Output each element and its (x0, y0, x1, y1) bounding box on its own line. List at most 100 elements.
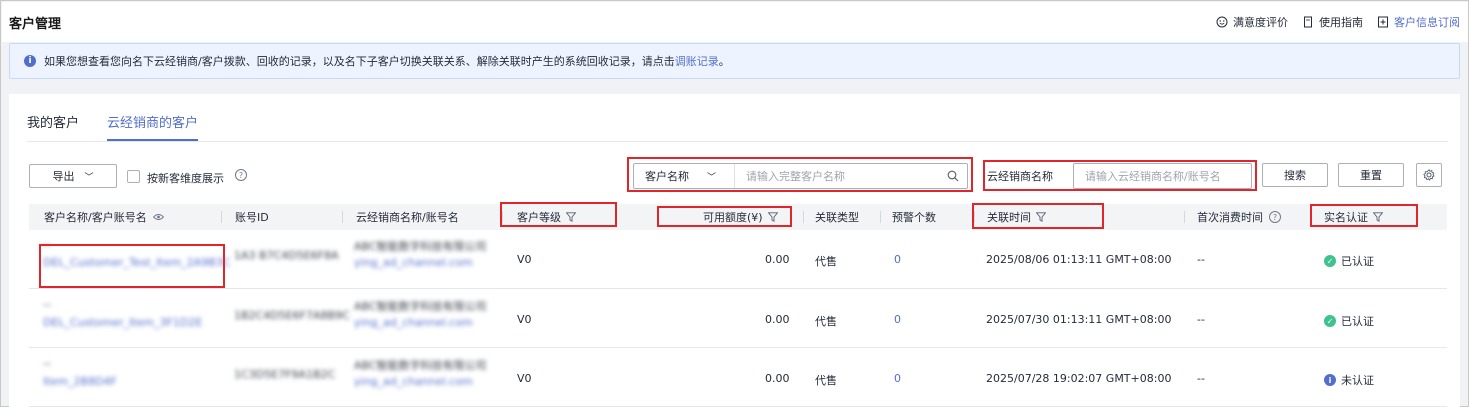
tab-my-customers[interactable]: 我的客户 (27, 112, 79, 141)
subscribe-icon (1378, 16, 1388, 28)
table-header: 客户名称/客户账号名 账号ID 云经销商名称/账号名 客户等级 可用额度(¥) … (29, 204, 1447, 230)
reseller-input[interactable]: 请输入云经销商名称/账号名 (1073, 163, 1252, 189)
alert-count-link[interactable]: 0 (894, 313, 901, 326)
notice-banner: i 如果您想查看您向名下云经销商/客户拨款、回收的记录，以及名下子客户切换关联关… (9, 43, 1460, 79)
header-links: 满意度评价 使用指南 客户信息订阅 (1216, 14, 1460, 30)
alert-count-link[interactable]: 0 (894, 372, 901, 385)
reseller-name: ABC智能数字科技有限公司 (354, 240, 487, 253)
check-circle-icon: ✓ (1324, 255, 1336, 267)
customer-name-top: -- (43, 298, 51, 311)
customer-account-link[interactable]: Item_2B8D4F (43, 375, 117, 388)
col-separator (221, 211, 222, 223)
alert-count-link[interactable]: 0 (894, 253, 901, 266)
subscribe-label: 客户信息订阅 (1394, 16, 1460, 29)
filter-icon[interactable] (767, 212, 778, 222)
filter-icon[interactable] (1373, 212, 1383, 222)
relation-type: 代售 (815, 315, 837, 328)
subscribe-link[interactable]: 客户信息订阅 (1377, 14, 1460, 30)
customer-account-link[interactable]: DEL_Customer_Item_3F1D2E (43, 316, 202, 329)
col-relation-time: 关联时间 (987, 204, 1046, 230)
customer-level: V0 (517, 313, 532, 326)
customer-level: V0 (517, 253, 532, 266)
satisfaction-label: 满意度评价 (1233, 16, 1288, 29)
col-customer-level-label: 客户等级 (517, 211, 561, 224)
customer-account-link[interactable]: DEL_Customer_Test_Item_2A9B3C (43, 256, 230, 269)
col-separator (1184, 211, 1185, 223)
relation-time: 2025/07/28 19:02:07 GMT+08:00 (986, 372, 1172, 385)
col-real-name-label: 实名认证 (1324, 211, 1368, 224)
col-separator (974, 211, 975, 223)
help-icon[interactable]: ? (235, 169, 247, 181)
tab-bar: 我的客户 云经销商的客户 (27, 112, 199, 141)
page-header: 客户管理 满意度评价 使用指南 客户信息订阅 (2, 2, 1468, 42)
search-type-select[interactable]: 客户名称 ﹀ (634, 164, 735, 188)
account-id: 1A3 B7C4D5E6F8A (234, 249, 339, 262)
relation-time: 2025/07/30 01:13:11 GMT+08:00 (986, 313, 1172, 326)
available-credit: 0.00 (765, 313, 790, 326)
export-button[interactable]: 导出 ﹀ (29, 164, 117, 188)
relation-time: 2025/08/06 01:13:11 GMT+08:00 (986, 253, 1172, 266)
col-separator (880, 211, 881, 223)
col-customer-name: 客户名称/客户账号名 (44, 204, 164, 230)
first-spend-time: -- (1197, 313, 1205, 326)
col-credit-label: 可用额度(¥) (703, 211, 763, 224)
search-icon[interactable] (947, 170, 959, 182)
check-circle-icon: ✓ (1324, 315, 1336, 327)
reseller-name: ABC智能数字科技有限公司 (354, 359, 487, 372)
reseller-placeholder: 请输入云经销商名称/账号名 (1085, 170, 1221, 183)
relation-type: 代售 (815, 255, 837, 268)
first-spend-time: -- (1197, 372, 1205, 385)
customer-card: 我的客户 云经销商的客户 导出 ﹀ 按新客维度展示 ? 客户名称 ﹀ 请输入完整… (9, 94, 1460, 407)
filter-icon[interactable] (566, 212, 576, 222)
new-customer-label: 按新客维度展示 (147, 172, 224, 185)
reseller-account-link[interactable]: ying_ad_channel.com (354, 375, 473, 388)
real-name-status: ✓ 已认证 (1324, 253, 1374, 269)
col-real-name: 实名认证 (1324, 204, 1383, 230)
adjustment-record-link[interactable]: 调账记录 (675, 53, 719, 69)
document-icon (1304, 16, 1312, 28)
col-separator (1311, 211, 1312, 223)
customer-level: V0 (517, 372, 532, 385)
first-spend-time: -- (1197, 253, 1205, 266)
info-icon: i (1324, 374, 1336, 386)
gear-icon (1423, 169, 1435, 181)
relation-type: 代售 (815, 374, 837, 387)
col-customer-name-label: 客户名称/客户账号名 (44, 211, 147, 224)
export-label: 导出 (52, 170, 75, 183)
eye-icon[interactable] (152, 213, 164, 221)
satisfaction-link[interactable]: 满意度评价 (1216, 14, 1288, 30)
chevron-down-icon: ﹀ (84, 172, 94, 183)
guide-link[interactable]: 使用指南 (1302, 14, 1363, 30)
col-first-spend: 首次消费时间 ? (1197, 204, 1281, 230)
search-button[interactable]: 搜索 (1262, 163, 1328, 187)
notice-suffix: 。 (718, 55, 730, 68)
account-id: 1B2C4D5E6F7A8B9C (234, 309, 350, 322)
col-relation-time-label: 关联时间 (987, 211, 1031, 224)
col-separator (657, 211, 658, 223)
real-name-status-label: 未认证 (1341, 374, 1374, 387)
real-name-status: ✓ 已认证 (1324, 313, 1374, 329)
table-row: -- DEL_Customer_Item_3F1D2E 1B2C4D5E6F7A8B… (29, 289, 1447, 348)
new-customer-checkbox[interactable] (127, 170, 140, 183)
account-id: 1C3D5E7F9A1B2C (234, 368, 336, 381)
real-name-status-label: 已认证 (1341, 315, 1374, 328)
guide-label: 使用指南 (1319, 16, 1363, 29)
col-separator (803, 211, 804, 223)
reseller-account-link[interactable]: ying_ad_channel.com (354, 316, 473, 329)
col-account-id: 账号ID (235, 211, 269, 224)
customer-name-top: -- (43, 357, 51, 370)
col-first-spend-label: 首次消费时间 (1197, 211, 1263, 224)
reseller-name: ABC智能数字科技有限公司 (354, 300, 487, 313)
settings-button[interactable] (1416, 163, 1442, 187)
filter-icon[interactable] (1036, 212, 1046, 222)
col-reseller: 云经销商名称/账号名 (356, 211, 459, 224)
tab-reseller-customers[interactable]: 云经销商的客户 (107, 112, 199, 141)
reseller-account-link[interactable]: ying_ad_channel.com (354, 256, 473, 269)
smile-icon (1216, 16, 1228, 28)
info-icon: i (24, 55, 36, 67)
help-icon[interactable]: ? (1269, 211, 1281, 223)
search-input[interactable]: 请输入完整客户名称 (746, 168, 947, 184)
available-credit: 0.00 (765, 372, 790, 385)
reset-button[interactable]: 重置 (1338, 163, 1404, 187)
customer-name-top: -- (43, 238, 51, 251)
